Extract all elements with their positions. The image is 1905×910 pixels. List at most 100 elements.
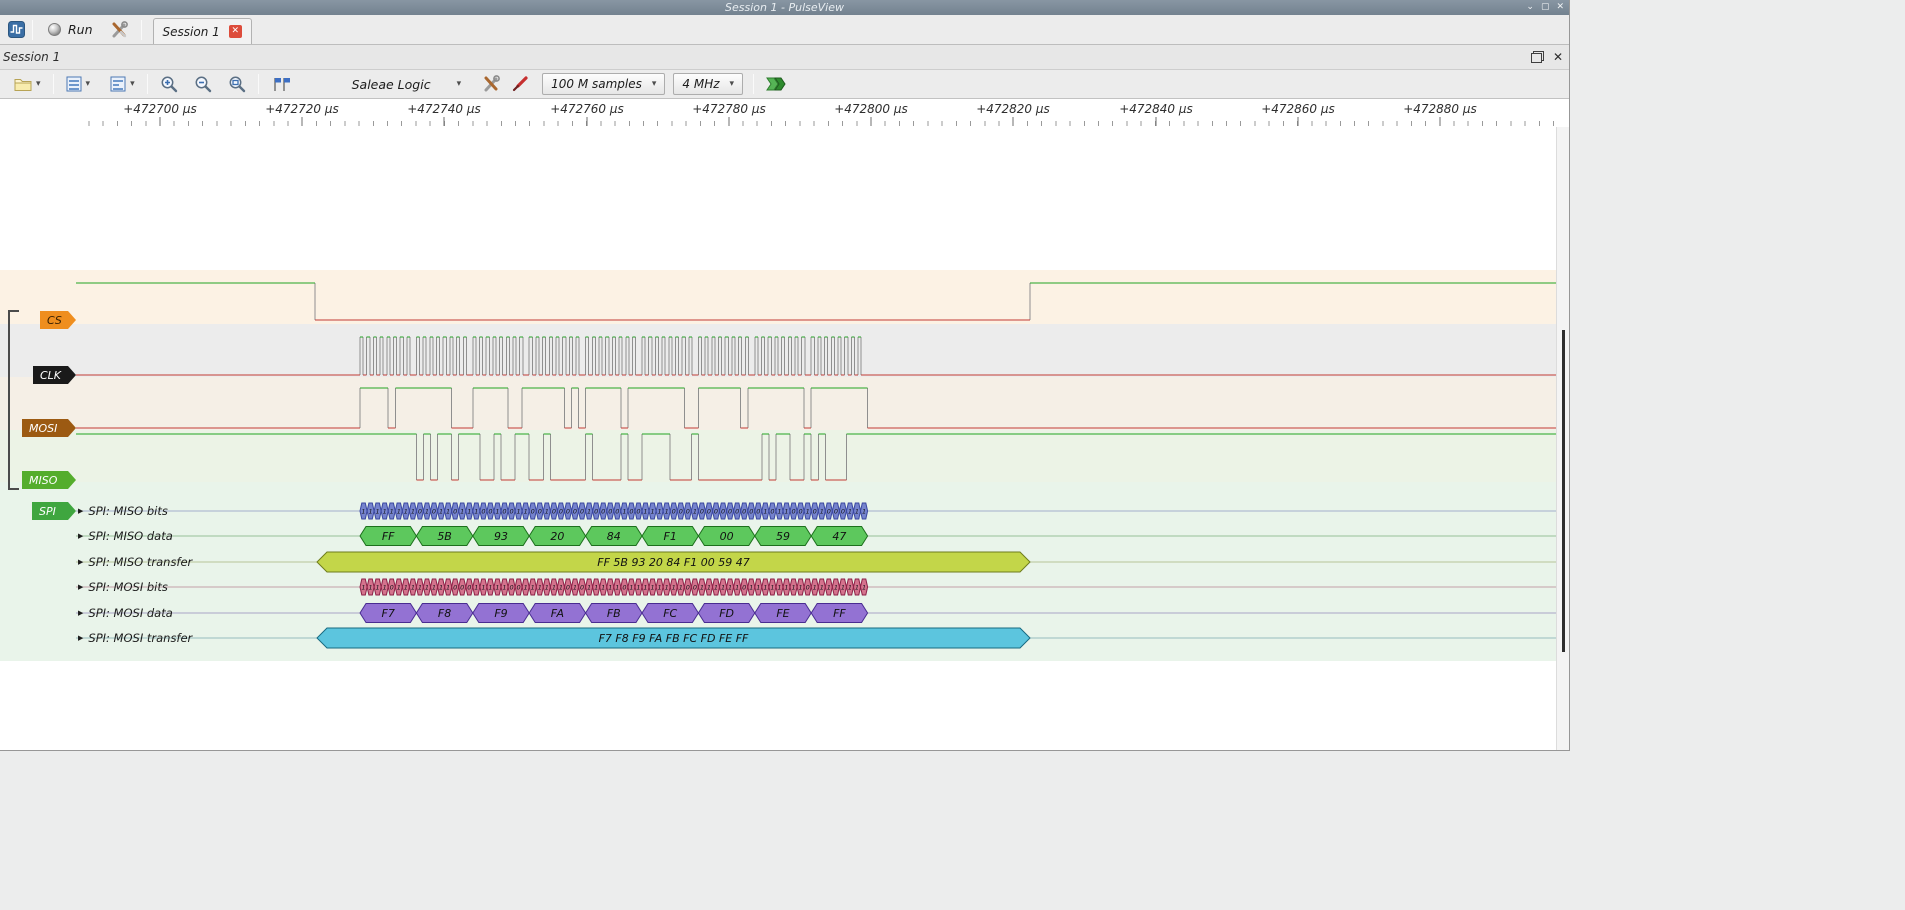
minimize-icon[interactable]: ⌄ [1526, 0, 1534, 15]
trace-view[interactable]: 1111111101011011100100110010000010000100… [0, 127, 1569, 750]
time-ruler[interactable]: +472700 µs +472720 µs +472740 µs +472760 µs… [0, 99, 1569, 127]
separator [32, 19, 33, 40]
separator [52, 74, 54, 94]
decoder-row-label[interactable]: ▶ SPI: MOSI data [78, 605, 173, 621]
maximize-icon[interactable]: ▢ [1541, 0, 1550, 15]
ruler-label: +472860 µs [1261, 102, 1335, 116]
sample-rate-select[interactable]: 4 MHz ▾ [673, 73, 744, 95]
decoder-row-label[interactable]: ▶ SPI: MISO data [78, 528, 173, 544]
channel-tag-miso[interactable]: MISO [22, 471, 76, 489]
ruler-label: +472840 µs [1119, 102, 1193, 116]
zoom-in-button[interactable] [155, 72, 183, 96]
ruler-label: +472880 µs [1403, 102, 1477, 116]
device-label: Saleae Logic [351, 76, 431, 92]
sample-count-select[interactable]: 100 M samples ▾ [542, 73, 666, 95]
scrollbar-thumb[interactable] [1562, 330, 1565, 652]
zoom-out-icon [195, 76, 211, 93]
sample-count-label: 100 M samples [551, 77, 642, 91]
cursors-flags-icon [273, 77, 290, 91]
device-select[interactable]: Saleae Logic ▾ [346, 75, 468, 94]
caret-down-icon: ▾ [85, 79, 91, 89]
channel-tag-spi[interactable]: SPI [32, 502, 76, 520]
channel-tag-label: MISO [29, 473, 58, 487]
close-icon[interactable]: ✕ [1556, 0, 1564, 15]
add-decoder-button[interactable] [761, 73, 791, 95]
separator [146, 74, 148, 94]
caret-down-icon: ▾ [651, 79, 657, 89]
caret-down-icon: ▾ [456, 79, 462, 89]
trace-group-bracket[interactable] [8, 310, 19, 490]
channel-tag-label: CLK [40, 368, 62, 382]
run-button[interactable]: Run [40, 19, 105, 40]
expand-arrow-icon[interactable]: ▶ [78, 634, 83, 642]
expand-arrow-icon[interactable]: ▶ [78, 609, 83, 617]
channel-tag-label: MOSI [29, 421, 58, 435]
ruler-label: +472700 µs [123, 102, 197, 116]
configure-device-button[interactable] [477, 72, 506, 96]
caret-down-icon: ▾ [130, 79, 135, 89]
settings-button[interactable] [105, 18, 134, 42]
ruler-minor-ticks [88, 121, 1555, 126]
expand-arrow-icon[interactable]: ▶ [78, 583, 83, 591]
decoder-row-label[interactable]: ▶ SPI: MISO bits [78, 503, 168, 519]
channel-tag-clk[interactable]: CLK [33, 366, 76, 384]
decoder-row-title: SPI: MOSI transfer [88, 631, 193, 645]
channel-tag-mosi[interactable]: MOSI [22, 419, 76, 437]
zoom-fit-icon [229, 76, 245, 93]
tab-label: Session 1 [162, 24, 220, 39]
decoder-row-label[interactable]: ▶ SPI: MOSI transfer [78, 630, 192, 646]
run-label: Run [68, 22, 93, 37]
decoder-row-title: SPI: MISO bits [88, 504, 168, 518]
channel-tag-label: SPI [39, 504, 56, 518]
decoder-row-label[interactable]: ▶ SPI: MOSI bits [78, 579, 168, 595]
window-title: Session 1 - PulseView [725, 1, 844, 14]
expand-arrow-icon[interactable]: ▶ [78, 507, 83, 515]
expand-arrow-icon[interactable]: ▶ [78, 558, 83, 566]
ruler-label: +472820 µs [976, 102, 1050, 116]
vertical-scrollbar[interactable] [1556, 127, 1569, 750]
tab-session-1[interactable]: Session 1 ✕ [152, 18, 252, 44]
pulseview-window: Session 1 - PulseView ⌄ ▢ ✕ Run Session … [0, 0, 1570, 751]
decoder-row-title: SPI: MOSI bits [88, 580, 168, 594]
separator [753, 74, 755, 94]
separator [140, 19, 142, 40]
channel-tag-cs[interactable]: CS [40, 311, 76, 329]
run-led-icon [48, 23, 61, 36]
show-cursors-button[interactable] [266, 73, 296, 96]
titlebar[interactable]: Session 1 - PulseView ⌄ ▢ ✕ [0, 0, 1569, 15]
decoder-row-title: SPI: MISO transfer [88, 555, 193, 569]
caret-down-icon: ▾ [36, 79, 41, 89]
zoom-out-button[interactable] [189, 72, 217, 96]
decoder-row-label[interactable]: ▶ SPI: MISO transfer [78, 554, 192, 570]
float-dock-icon[interactable] [1530, 51, 1544, 63]
separator [257, 74, 259, 94]
channel-tag-label: CS [47, 313, 62, 327]
expand-arrow-icon[interactable]: ▶ [78, 532, 83, 540]
ruler-label: +472800 µs [834, 102, 908, 116]
ruler-label: +472760 µs [550, 102, 624, 116]
channels-button[interactable] [506, 72, 534, 96]
zoom-in-icon [161, 76, 177, 93]
tab-close-icon[interactable]: ✕ [228, 25, 242, 38]
open-file-button[interactable]: ▾ [9, 74, 46, 95]
wrench-screwdriver-icon [484, 75, 501, 92]
ruler-label: +472780 µs [692, 102, 766, 116]
wrench-screwdriver-icon [112, 20, 128, 37]
close-dock-icon[interactable]: ✕ [1553, 51, 1563, 63]
caret-down-icon: ▾ [729, 79, 735, 89]
save-selection-button[interactable]: ▾ [105, 73, 140, 95]
probe-icon [513, 76, 528, 92]
desktop: { "titlebar": { "title": "Session 1 - Pu… [0, 0, 1905, 910]
save-icon [66, 76, 82, 92]
main-tab-row: Run Session 1 ✕ [0, 15, 1569, 45]
ruler-label: +472740 µs [407, 102, 481, 116]
decoder-icon [766, 77, 786, 91]
zoom-fit-button[interactable] [223, 72, 251, 96]
session-toolbar: ▾ ▾ ▾ Saleae Logic ▾ 100 M samples ▾ 4 M… [0, 70, 1569, 99]
decoder-row-title: SPI: MOSI data [88, 606, 173, 620]
save-as-icon [110, 76, 126, 92]
save-button[interactable]: ▾ [61, 73, 96, 95]
folder-icon [14, 78, 32, 91]
ruler-label: +472720 µs [265, 102, 339, 116]
sample-rate-label: 4 MHz [682, 77, 720, 91]
